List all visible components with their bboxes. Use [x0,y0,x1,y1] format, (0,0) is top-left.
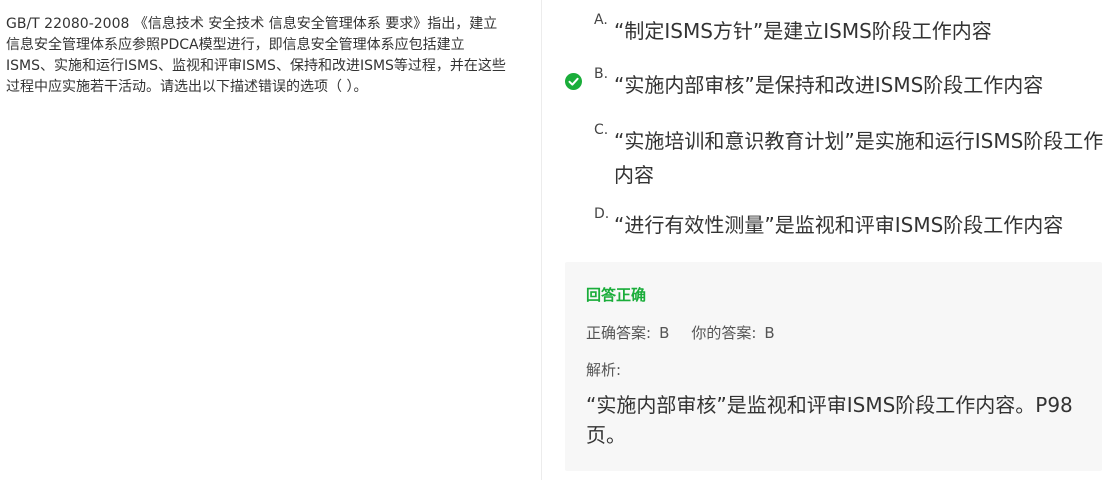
option-d[interactable]: D. “进行有效性测量”是监视和评审ISMS阶段工作内容 [594,206,1106,242]
option-c[interactable]: C. “实施培训和意识教育计划”是实施和运行ISMS阶段工作内容 [594,122,1106,192]
option-c-text: “实施培训和意识教育计划”是实施和运行ISMS阶段工作内容 [614,129,1104,187]
correct-answer-label: 正确答案: [586,324,652,342]
option-b[interactable]: B. “实施内部审核”是保持和改进ISMS阶段工作内容 [594,66,1106,102]
option-a-letter: A. [594,12,608,28]
check-circle-icon [565,73,582,90]
column-divider [541,0,542,480]
option-b-text: “实施内部审核”是保持和改进ISMS阶段工作内容 [614,73,1044,97]
your-answer-value: B [764,324,775,342]
answer-panel: 回答正确 正确答案: B 你的答案: B 解析: “实施内部审核”是监视和评审ISMS… [565,262,1102,471]
option-a[interactable]: A. “制定ISMS方针”是建立ISMS阶段工作内容 [594,12,1106,48]
option-d-letter: D. [594,206,610,222]
question-text: GB/T 22080-2008 《信息技术 安全技术 信息安全管理体系 要求》指… [6,16,506,95]
option-a-text: “制定ISMS方针”是建立ISMS阶段工作内容 [614,19,992,43]
analysis-text: “实施内部审核”是监视和评审ISMS阶段工作内容。P98页。 [586,393,1073,447]
quiz-page: GB/T 22080-2008 《信息技术 安全技术 信息安全管理体系 要求》指… [0,0,1110,480]
result-status: 回答正确 [586,286,647,304]
your-answer-label: 你的答案: [691,324,757,342]
option-c-letter: C. [594,122,609,138]
correct-answer-value: B [659,324,670,342]
analysis-label: 解析: [586,361,622,379]
answers-line: 正确答案: B 你的答案: B [586,322,775,343]
option-d-text: “进行有效性测量”是监视和评审ISMS阶段工作内容 [614,213,1064,237]
option-b-letter: B. [594,66,609,82]
